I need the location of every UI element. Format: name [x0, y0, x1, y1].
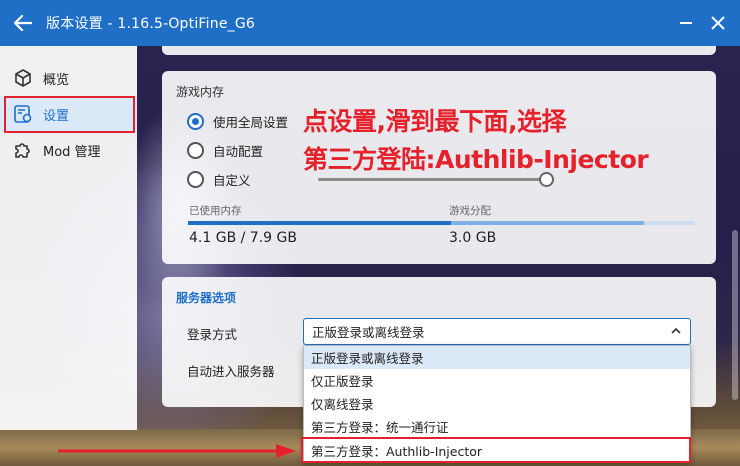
minimize-icon	[680, 22, 692, 24]
radio-checked-icon	[187, 113, 204, 130]
radio-unchecked-icon	[187, 142, 204, 159]
annotation-arrow	[58, 444, 296, 458]
sidebar-item-label: 概览	[43, 72, 70, 88]
allocated-memory-label: 游戏分配	[449, 205, 491, 217]
back-arrow-icon	[14, 15, 32, 31]
minimize-button[interactable]	[668, 0, 704, 46]
allocated-memory-value: 3.0 GB	[449, 230, 497, 246]
close-button[interactable]	[700, 0, 736, 46]
radio-label: 自定义	[213, 173, 251, 188]
radio-use-global[interactable]: 使用全局设置	[187, 112, 288, 131]
dropdown-option-unified-pass[interactable]: 第三方登录：统一通行证	[304, 415, 690, 438]
memory-alloc-fill	[451, 221, 644, 225]
used-memory-label: 已使用内存	[189, 205, 242, 217]
sidebar-item-mod-manager[interactable]: Mod 管理	[0, 132, 137, 168]
cube-icon	[12, 67, 34, 89]
back-button[interactable]	[0, 0, 46, 46]
previous-settings-card	[162, 46, 716, 55]
select-value: 正版登录或离线登录	[312, 325, 425, 340]
annotation-line-2: 第三方登陆:Authlib-Injector	[303, 145, 649, 174]
memory-slider-track[interactable]	[318, 178, 548, 181]
annotation-line-1: 点设置,滑到最下面,选择	[303, 107, 567, 136]
dropdown-option-official-only[interactable]: 仅正版登录	[304, 369, 690, 392]
auto-join-server-label: 自动进入服务器	[187, 364, 275, 379]
memory-usage-bar	[188, 221, 695, 225]
server-options-title: 服务器选项	[176, 291, 237, 305]
title-bar: 版本设置 - 1.16.5-OptiFine_G6	[0, 0, 740, 46]
chevron-up-icon	[671, 327, 681, 334]
radio-custom[interactable]: 自定义	[187, 170, 251, 189]
window-title: 版本设置 - 1.16.5-OptiFine_G6	[46, 16, 255, 32]
radio-label: 自动配置	[213, 144, 264, 159]
dropdown-option-official-or-offline[interactable]: 正版登录或离线登录	[304, 346, 690, 369]
login-method-select[interactable]: 正版登录或离线登录	[303, 318, 691, 345]
radio-auto[interactable]: 自动配置	[187, 141, 263, 160]
close-icon	[711, 16, 725, 30]
used-memory-value: 4.1 GB / 7.9 GB	[189, 230, 297, 246]
memory-title: 游戏内存	[176, 85, 225, 99]
radio-unchecked-icon	[187, 171, 204, 188]
puzzle-icon	[12, 139, 34, 161]
login-method-label: 登录方式	[187, 327, 238, 342]
highlight-box-settings	[4, 96, 135, 133]
highlight-box-authlib-option	[301, 437, 691, 463]
radio-label: 使用全局设置	[213, 115, 289, 130]
sidebar-item-label: Mod 管理	[43, 144, 101, 160]
sidebar-item-overview[interactable]: 概览	[0, 60, 137, 96]
dropdown-option-offline-only[interactable]: 仅离线登录	[304, 392, 690, 415]
memory-used-fill	[188, 221, 451, 225]
scrollbar[interactable]	[732, 230, 738, 400]
